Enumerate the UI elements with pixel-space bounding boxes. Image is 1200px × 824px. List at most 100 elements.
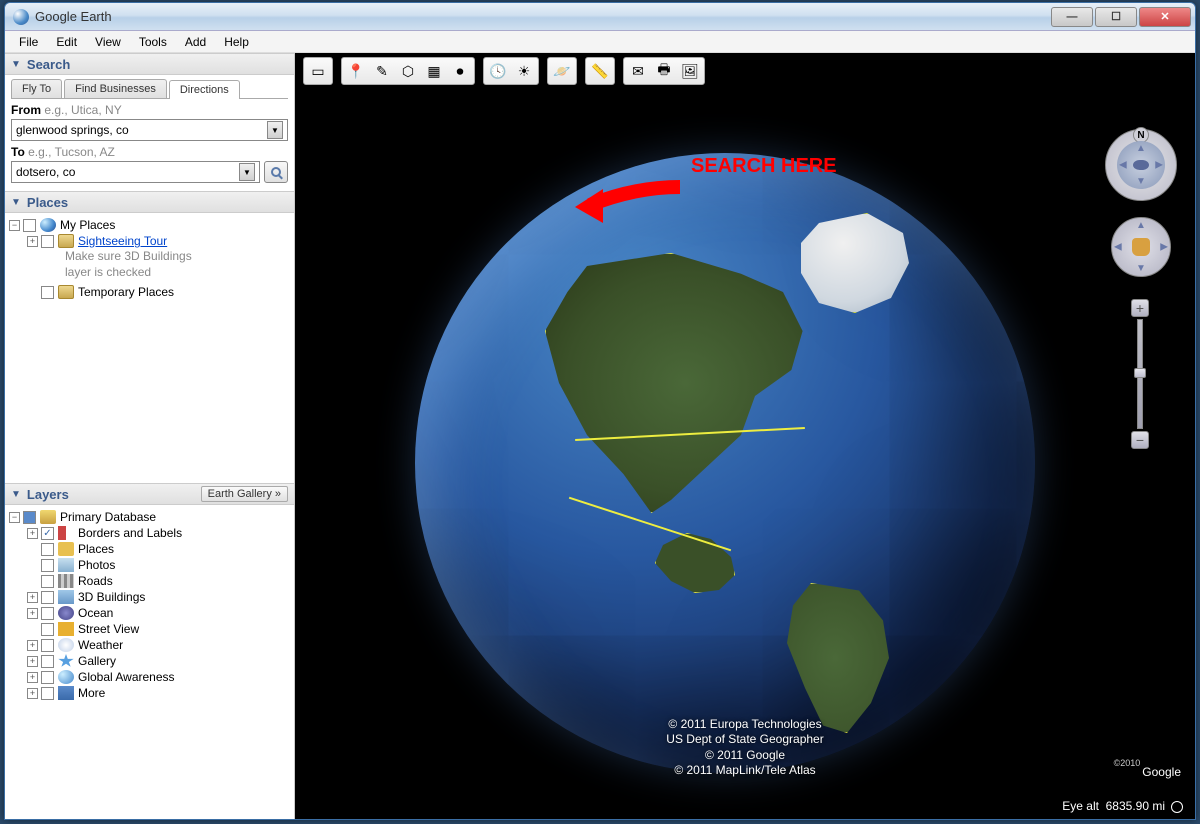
- layer-label[interactable]: Weather: [78, 638, 123, 652]
- layer-label[interactable]: Ocean: [78, 606, 113, 620]
- look-compass[interactable]: ▲ ▼ ▶ ◀: [1105, 129, 1177, 201]
- toolbar-group: 🕓☀: [483, 57, 539, 85]
- minimize-button[interactable]: —: [1051, 7, 1093, 27]
- temp-places-label[interactable]: Temporary Places: [78, 285, 174, 299]
- layer-label[interactable]: 3D Buildings: [78, 590, 145, 604]
- expand-button[interactable]: +: [27, 236, 38, 247]
- checkbox[interactable]: [41, 671, 54, 684]
- layer-label[interactable]: Global Awareness: [78, 670, 175, 684]
- tab-find-businesses[interactable]: Find Businesses: [64, 79, 167, 98]
- zoom-track[interactable]: [1137, 319, 1143, 429]
- tool-ruler-button[interactable]: 📏: [588, 60, 612, 82]
- checkbox[interactable]: ✓: [41, 527, 54, 540]
- expand-button[interactable]: +: [27, 608, 38, 619]
- sightseeing-link[interactable]: Sightseeing Tour: [78, 234, 167, 248]
- tool-path-button[interactable]: ✎: [370, 60, 394, 82]
- checkbox[interactable]: [41, 235, 54, 248]
- layer-label[interactable]: Gallery: [78, 654, 116, 668]
- pan-right-icon[interactable]: ▶: [1160, 242, 1168, 253]
- eye-altitude: Eye alt 6835.90 mi: [1062, 799, 1183, 813]
- tool-planet-button[interactable]: 🪐: [550, 60, 574, 82]
- checkbox[interactable]: [41, 543, 54, 556]
- dropdown-icon[interactable]: ▼: [239, 163, 255, 181]
- tab-directions[interactable]: Directions: [169, 80, 240, 99]
- look-down-icon[interactable]: ▼: [1136, 176, 1146, 187]
- tool-print-button[interactable]: 🖶: [652, 60, 676, 82]
- layers-header[interactable]: ▼ Layers Earth Gallery »: [5, 483, 294, 505]
- expand-button[interactable]: +: [27, 528, 38, 539]
- layer-label[interactable]: Roads: [78, 574, 113, 588]
- folder-icon: [58, 285, 74, 299]
- search-panel: Fly To Find Businesses Directions From e…: [5, 75, 294, 191]
- layer-label[interactable]: More: [78, 686, 105, 700]
- tool-pin-button[interactable]: 📍: [344, 60, 368, 82]
- menu-add[interactable]: Add: [177, 33, 214, 51]
- menu-tools[interactable]: Tools: [131, 33, 175, 51]
- menu-edit[interactable]: Edit: [48, 33, 85, 51]
- checkbox[interactable]: [41, 687, 54, 700]
- tool-polygon-button[interactable]: ⬡: [396, 60, 420, 82]
- checkbox[interactable]: [41, 559, 54, 572]
- checkbox[interactable]: [41, 286, 54, 299]
- places-panel: − My Places + Sightseeing Tour Make sure…: [5, 213, 294, 483]
- checkbox[interactable]: [41, 575, 54, 588]
- tool-email-button[interactable]: ✉: [626, 60, 650, 82]
- checkbox[interactable]: [41, 655, 54, 668]
- pan-down-icon[interactable]: ▼: [1136, 263, 1146, 274]
- tool-gallery-button[interactable]: 🖼: [678, 60, 702, 82]
- pan-left-icon[interactable]: ◀: [1114, 242, 1122, 253]
- to-input[interactable]: dotsero, co ▼: [11, 161, 260, 183]
- look-left-icon[interactable]: ◀: [1119, 160, 1127, 171]
- layer-label[interactable]: Photos: [78, 558, 115, 572]
- close-button[interactable]: ✕: [1139, 7, 1191, 27]
- layer-item: + Gallery: [27, 653, 290, 669]
- zoom-thumb[interactable]: [1134, 368, 1146, 378]
- expand-button[interactable]: +: [27, 656, 38, 667]
- expand-button[interactable]: +: [27, 592, 38, 603]
- earth-gallery-button[interactable]: Earth Gallery »: [201, 486, 288, 502]
- earth-globe[interactable]: [415, 153, 1035, 773]
- my-places-label[interactable]: My Places: [60, 218, 115, 232]
- tool-clock-button[interactable]: 🕓: [486, 60, 510, 82]
- menu-help[interactable]: Help: [216, 33, 257, 51]
- tool-overlay-button[interactable]: ▦: [422, 60, 446, 82]
- titlebar[interactable]: Google Earth — ☐ ✕: [5, 3, 1195, 31]
- checkbox[interactable]: [41, 639, 54, 652]
- expand-button[interactable]: −: [9, 512, 20, 523]
- zoom-out-button[interactable]: −: [1131, 431, 1149, 449]
- checkbox[interactable]: [41, 591, 54, 604]
- layer-label[interactable]: Places: [78, 542, 114, 556]
- photo-icon: [58, 558, 74, 572]
- menu-file[interactable]: File: [11, 33, 46, 51]
- look-up-icon[interactable]: ▲: [1136, 143, 1146, 154]
- dropdown-icon[interactable]: ▼: [267, 121, 283, 139]
- expand-button[interactable]: −: [9, 220, 20, 231]
- layer-label[interactable]: Street View: [78, 622, 139, 636]
- menu-view[interactable]: View: [87, 33, 129, 51]
- tool-record-button[interactable]: ⏺: [448, 60, 472, 82]
- checkbox[interactable]: [23, 511, 36, 524]
- search-button[interactable]: [264, 161, 288, 183]
- layer-item: + More: [27, 685, 290, 701]
- pan-control[interactable]: ▲ ▼ ▶ ◀: [1111, 217, 1171, 277]
- globe-icon: [58, 670, 74, 684]
- tool-panel-button[interactable]: ▭: [306, 60, 330, 82]
- places-header[interactable]: ▼ Places: [5, 191, 294, 213]
- expand-button[interactable]: +: [27, 672, 38, 683]
- pan-up-icon[interactable]: ▲: [1136, 220, 1146, 231]
- checkbox[interactable]: [41, 623, 54, 636]
- layer-label[interactable]: Borders and Labels: [78, 526, 182, 540]
- map-viewport[interactable]: ▭ 📍✎⬡▦⏺ 🕓☀ 🪐 📏 ✉🖶🖼 ▲ ▼ ▶ ◀ ▲: [295, 53, 1195, 819]
- primary-database-label[interactable]: Primary Database: [60, 510, 156, 524]
- checkbox[interactable]: [41, 607, 54, 620]
- zoom-in-button[interactable]: +: [1131, 299, 1149, 317]
- look-right-icon[interactable]: ▶: [1155, 160, 1163, 171]
- maximize-button[interactable]: ☐: [1095, 7, 1137, 27]
- expand-button[interactable]: +: [27, 640, 38, 651]
- from-input[interactable]: glenwood springs, co ▼: [11, 119, 288, 141]
- search-header[interactable]: ▼ Search: [5, 53, 294, 75]
- expand-button[interactable]: +: [27, 688, 38, 699]
- tab-fly-to[interactable]: Fly To: [11, 79, 62, 98]
- checkbox[interactable]: [23, 219, 36, 232]
- tool-sun-button[interactable]: ☀: [512, 60, 536, 82]
